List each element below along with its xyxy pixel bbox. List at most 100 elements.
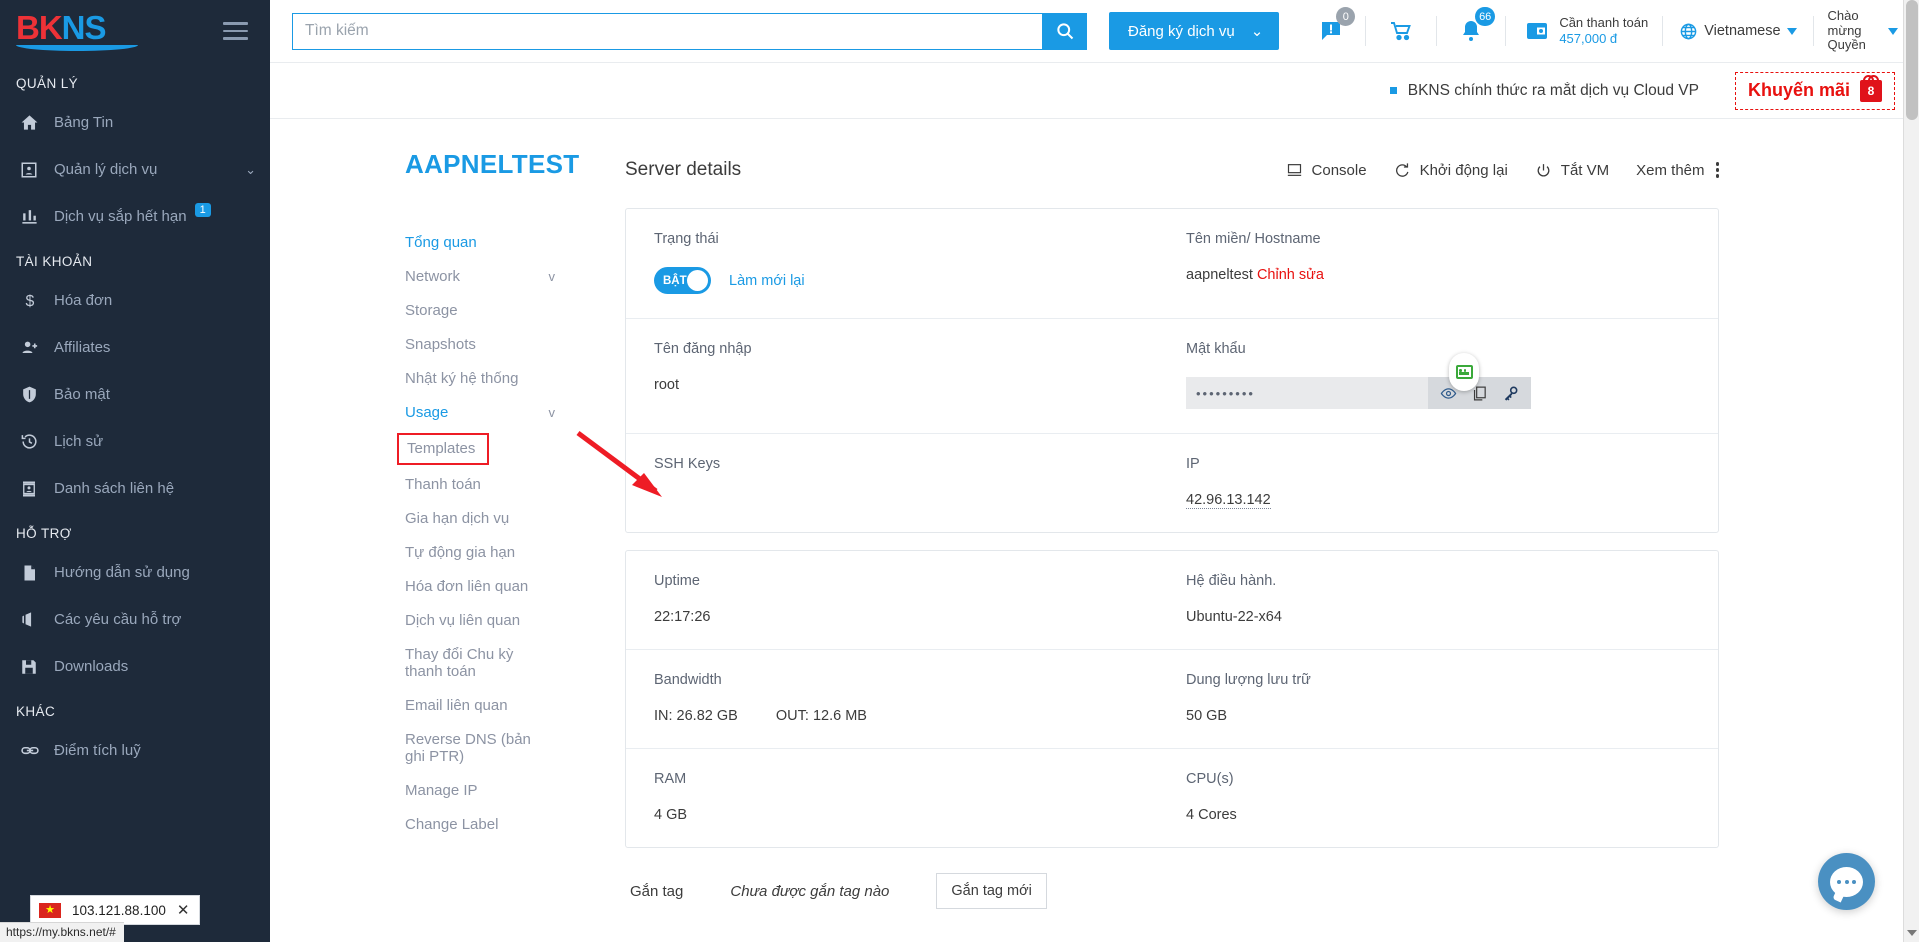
chat-widget-button[interactable] — [1818, 853, 1875, 910]
ssh-keys-cell: SSH Keys — [654, 456, 1186, 508]
subnav-item-gia-han-dich-vu[interactable]: Gia hạn dịch vụ — [405, 502, 615, 536]
ip-info-popup[interactable]: ★ 103.121.88.100 ✕ — [30, 895, 201, 925]
language-selector[interactable]: Vietnamese — [1663, 22, 1812, 41]
subnav-item-thay-doi-chu-ky-thanh-toan[interactable]: Thay đổi Chu kỳ thanh toán — [405, 638, 615, 689]
page-scrollbar[interactable] — [1903, 0, 1919, 942]
os-cell: Hệ điều hành. Ubuntu-22-x64 — [1186, 573, 1718, 625]
status-toggle-group: BẬT Làm mới lại — [654, 267, 1186, 294]
scroll-down-arrow-icon[interactable] — [1907, 930, 1917, 936]
bkns-logo[interactable]: BKNS — [16, 11, 138, 51]
hostname-edit-link[interactable]: Chỉnh sửa — [1257, 267, 1324, 283]
payment-due-label: Cần thanh toán — [1559, 15, 1649, 31]
sidebar-item-huong-dan-su-dung[interactable]: Hướng dẫn sử dụng — [0, 549, 270, 596]
sidebar-item-dich-vu-sap-het-han[interactable]: Dịch vụ sắp hết hạn 1 — [0, 193, 270, 240]
password-value[interactable]: ••••••••• — [1186, 377, 1428, 409]
chevron-down-icon — [1887, 27, 1898, 35]
subnav-item-change-label[interactable]: Change Label — [405, 808, 615, 842]
password-manager-icon[interactable] — [1449, 353, 1479, 391]
shutdown-vm-button[interactable]: Tắt VM — [1535, 162, 1609, 179]
scrollbar-thumb[interactable] — [1906, 0, 1918, 120]
sidebar-item-label: Hóa đơn — [54, 292, 113, 309]
browser-status-bar: https://my.bkns.net/# — [0, 922, 124, 942]
subnav-item-manage-ip[interactable]: Manage IP — [405, 774, 615, 808]
cpu-label: CPU(s) — [1186, 771, 1234, 787]
username-password-row: Tên đăng nhập root Mật khẩu ••••••••• — [626, 319, 1718, 434]
shutdown-vm-label: Tắt VM — [1560, 161, 1610, 179]
promotion-button[interactable]: Khuyến mãi 8 — [1734, 71, 1895, 110]
news-ticker[interactable]: BKNS chính thức ra mắt dịch vụ Cloud VP — [1389, 82, 1699, 100]
sidebar-item-label: Các yêu cầu hỗ trợ — [54, 611, 182, 628]
server-details-header: Server details Console Khởi động lại Tắt… — [625, 149, 1719, 191]
subnav-item-email-lien-quan[interactable]: Email liên quan — [405, 689, 615, 723]
search-input[interactable] — [292, 12, 1042, 50]
cart-icon[interactable] — [1366, 11, 1436, 51]
hamburger-menu-icon[interactable] — [223, 22, 248, 40]
subnav-item-nhat-ky-he-thong[interactable]: Nhật ký hệ thống — [405, 362, 615, 396]
ssh-keys-label: SSH Keys — [654, 456, 721, 472]
chevron-down-icon: ⌄ — [245, 161, 256, 177]
register-service-label: Đăng ký dịch vụ — [1128, 22, 1235, 40]
sidebar-item-bang-tin[interactable]: Bảng Tin — [0, 99, 270, 146]
power-toggle[interactable]: BẬT — [654, 267, 711, 294]
expiring-count-badge: 1 — [194, 202, 211, 217]
subnav-label: Nhật ký hệ thống — [405, 370, 519, 387]
subnav-item-storage[interactable]: Storage — [405, 294, 615, 328]
subnav-item-usage[interactable]: Usage v — [405, 396, 615, 430]
os-label: Hệ điều hành. — [1186, 573, 1277, 589]
console-button[interactable]: Console — [1286, 162, 1367, 179]
key-icon[interactable] — [1502, 385, 1519, 402]
add-user-icon — [20, 338, 54, 357]
close-icon[interactable]: ✕ — [177, 901, 190, 919]
subnav-item-snapshots[interactable]: Snapshots — [405, 328, 615, 362]
sidebar-item-affiliates[interactable]: Affiliates — [0, 324, 270, 371]
subnav-item-network[interactable]: Network v — [405, 260, 615, 294]
sidebar-item-lich-su[interactable]: Lịch sử — [0, 418, 270, 465]
notifications-bell-icon[interactable]: 66 — [1437, 7, 1505, 51]
language-label: Vietnamese — [1704, 23, 1781, 39]
subnav-item-tu-dong-gia-han[interactable]: Tự động gia hạn — [405, 536, 615, 570]
messages-icon[interactable]: 0 — [1297, 7, 1365, 51]
register-service-button[interactable]: Đăng ký dịch vụ ⌄ — [1109, 12, 1280, 50]
subnav-item-thanh-toan[interactable]: Thanh toán — [405, 468, 615, 502]
sidebar-item-diem-tich-luy[interactable]: Điểm tích luỹ — [0, 727, 270, 774]
sidebar-section-title: KHÁC — [16, 704, 56, 719]
more-options-button[interactable]: Xem thêm — [1636, 162, 1719, 179]
sidebar-item-hoa-don[interactable]: $ Hóa đơn — [0, 277, 270, 324]
sidebar-item-label: Bảo mật — [54, 386, 110, 403]
password-action-icons — [1428, 377, 1531, 409]
password-label: Mật khẩu — [1186, 341, 1246, 357]
password-field-wrap: ••••••••• — [1186, 353, 1531, 409]
payment-due-widget[interactable]: Cần thanh toán 457,000 đ — [1506, 16, 1662, 46]
add-tag-button[interactable]: Gắn tag mới — [936, 873, 1047, 909]
ip-label: IP — [1186, 456, 1200, 472]
search-box — [292, 12, 1087, 50]
subnav-item-reverse-dns[interactable]: Reverse DNS (bản ghi PTR) — [405, 723, 615, 774]
subnav-item-tong-quan[interactable]: Tổng quan — [405, 226, 615, 260]
restart-button[interactable]: Khởi động lại — [1394, 162, 1508, 179]
kebab-menu-icon[interactable] — [1714, 162, 1719, 178]
search-button[interactable] — [1042, 12, 1087, 50]
sidebar-section-hotro: HỖ TRỢ Hướng dẫn sử dụng Các yêu cầu hỗ … — [0, 512, 270, 690]
subnav-item-hoa-don-lien-quan[interactable]: Hóa đơn liên quan — [405, 570, 615, 604]
cpu-cell: CPU(s) 4 Cores — [1186, 771, 1718, 823]
sidebar-item-bao-mat[interactable]: Bảo mật — [0, 371, 270, 418]
sidebar-item-label: Quản lý dịch vụ — [54, 161, 158, 178]
sidebar-item-quan-ly-dich-vu[interactable]: Quản lý dịch vụ ⌄ — [0, 146, 270, 193]
user-menu[interactable]: Chào mừng Quyền — [1814, 9, 1914, 53]
sidebar-item-cac-yeu-cau-ho-tro[interactable]: Các yêu cầu hỗ trợ — [0, 596, 270, 643]
main-sidebar: BKNS QUẢN LÝ Bảng Tin Quản lý dịch vụ ⌄ — [0, 0, 270, 942]
refresh-link[interactable]: Làm mới lại — [729, 273, 805, 289]
ip-value[interactable]: 42.96.13.142 — [1186, 492, 1271, 509]
tag-empty-text: Chưa được gắn tag nào — [730, 882, 890, 900]
status-label: Trạng thái — [654, 231, 719, 247]
subnav-item-templates[interactable]: Templates — [397, 433, 489, 465]
cpu-value: 4 Cores — [1186, 807, 1237, 823]
app-root: BKNS QUẢN LÝ Bảng Tin Quản lý dịch vụ ⌄ — [0, 0, 1919, 942]
hostname-value: aapneltest — [1186, 267, 1253, 283]
sidebar-item-downloads[interactable]: Downloads — [0, 643, 270, 690]
password-cell: Mật khẩu ••••••••• — [1186, 341, 1718, 409]
status-hostname-row: Trạng thái BẬT Làm mới lại Tên miền/ Hos… — [626, 209, 1718, 319]
promotion-label: Khuyến mãi — [1747, 80, 1850, 100]
subnav-item-dich-vu-lien-quan[interactable]: Dịch vụ liên quan — [405, 604, 615, 638]
sidebar-item-danh-sach-lien-he[interactable]: Danh sách liên hệ — [0, 465, 270, 512]
